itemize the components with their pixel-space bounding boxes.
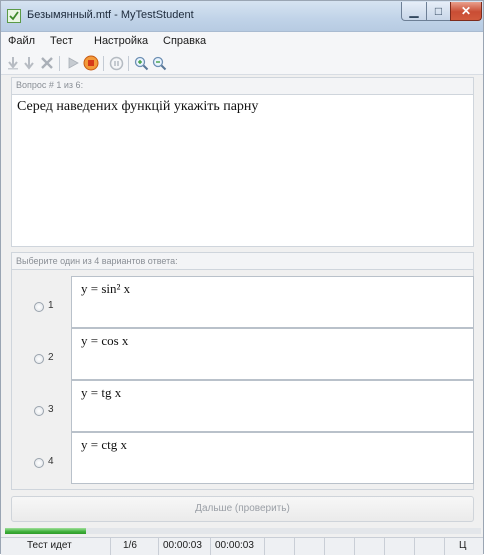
answer-option-2[interactable]: 2 y = cos x <box>12 328 474 380</box>
status-empty <box>325 538 355 555</box>
question-text: Серед наведених функцій укажіть парну <box>17 99 259 114</box>
answer-text: y = sin² x <box>81 281 131 296</box>
next-button[interactable]: Дальше (проверить) <box>11 496 474 522</box>
window-title: Безымянный.mtf - MyTestStudent <box>27 9 194 21</box>
minimize-button[interactable]: ▁ <box>401 2 427 21</box>
close-icon[interactable] <box>39 55 55 71</box>
answer-number: 3 <box>48 404 54 415</box>
answer-box[interactable]: y = ctg x <box>71 432 474 484</box>
toolbar-separator <box>103 56 104 71</box>
answers-header: Выберите один из 4 вариантов ответа: <box>11 252 474 269</box>
play-icon[interactable] <box>65 55 81 71</box>
status-bar: Тест идет 1/6 00:00:03 00:00:03 Ц <box>1 537 483 555</box>
status-empty <box>265 538 295 555</box>
status-elapsed: 00:00:03 <box>159 538 211 555</box>
answer-text: y = cos x <box>81 333 129 348</box>
status-empty <box>355 538 385 555</box>
answer-box[interactable]: y = tg x <box>71 380 474 432</box>
answer-option-3[interactable]: 3 y = tg x <box>12 380 474 432</box>
menu-file[interactable]: Файл <box>8 35 35 47</box>
maximize-button[interactable]: □ <box>426 2 451 21</box>
menu-bar: Файл Тест Настройка Справка <box>1 32 483 52</box>
answer-box[interactable]: y = sin² x <box>71 276 474 328</box>
toolbar-separator <box>128 56 129 71</box>
answer-number: 2 <box>48 352 54 363</box>
stop-icon[interactable] <box>83 55 99 71</box>
status-position: 1/6 <box>111 538 159 555</box>
answer-box[interactable]: y = cos x <box>71 328 474 380</box>
radio-button[interactable] <box>34 406 44 416</box>
question-header: Вопрос # 1 из 6: <box>11 77 474 94</box>
toolbar-separator <box>59 56 60 71</box>
status-empty <box>415 538 445 555</box>
app-icon <box>7 9 21 23</box>
zoom-in-icon[interactable] <box>133 55 149 71</box>
progress-fill <box>5 528 86 534</box>
toolbar <box>1 52 483 75</box>
menu-test[interactable]: Тест <box>50 35 73 47</box>
status-state: Тест идет <box>1 538 111 555</box>
answer-option-4[interactable]: 4 y = ctg x <box>12 432 474 484</box>
status-indicator: Ц <box>459 540 467 551</box>
close-button[interactable]: ✕ <box>450 2 482 21</box>
app-window: Безымянный.mtf - MyTestStudent ▁ □ ✕ Фай… <box>0 0 484 555</box>
answer-number: 1 <box>48 300 54 311</box>
arrow-down-icon[interactable] <box>5 55 21 71</box>
status-empty <box>295 538 325 555</box>
question-panel: Серед наведених функцій укажіть парну <box>11 94 474 247</box>
menu-help[interactable]: Справка <box>163 35 206 47</box>
radio-button[interactable] <box>34 354 44 364</box>
radio-button[interactable] <box>34 458 44 468</box>
answer-number: 4 <box>48 456 54 467</box>
answer-text: y = tg x <box>81 385 122 400</box>
answer-option-1[interactable]: 1 y = sin² x <box>12 276 474 328</box>
answers-panel: 1 y = sin² x 2 y = cos x 3 y = tg x 4 y … <box>11 269 474 490</box>
arrow-down-icon[interactable] <box>21 55 37 71</box>
radio-button[interactable] <box>34 302 44 312</box>
status-empty <box>385 538 415 555</box>
zoom-out-icon[interactable] <box>151 55 167 71</box>
pause-icon[interactable] <box>108 55 124 71</box>
status-elapsed-2: 00:00:03 <box>211 538 265 555</box>
answer-text: y = ctg x <box>81 437 127 452</box>
menu-settings[interactable]: Настройка <box>94 35 148 47</box>
progress-bar <box>5 528 481 534</box>
title-bar[interactable]: Безымянный.mtf - MyTestStudent ▁ □ ✕ <box>1 1 483 32</box>
